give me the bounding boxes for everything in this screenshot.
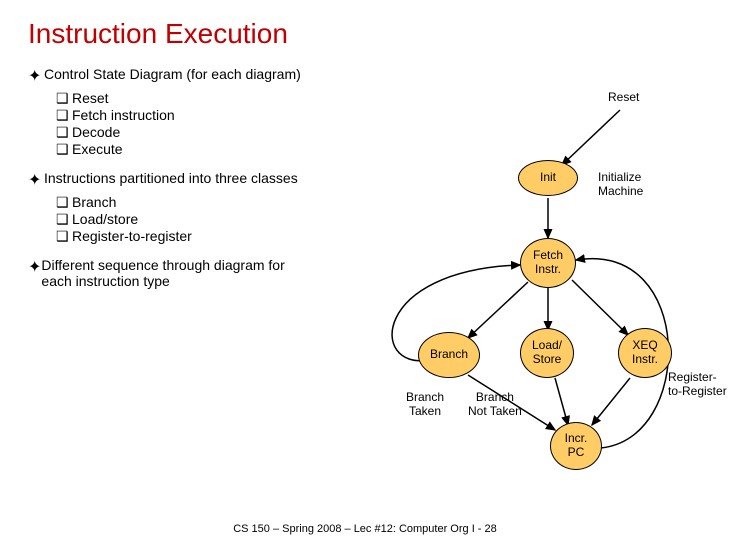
state-diagram: Reset Init Initialize Machine Fetch Inst… xyxy=(340,70,720,490)
label-initialize-machine: Initialize Machine xyxy=(598,170,643,199)
node-incr-pc: Incr. PC xyxy=(550,422,602,470)
page-title: Instruction Execution xyxy=(0,0,730,50)
sub-text: Load/store xyxy=(72,211,138,227)
node-init: Init xyxy=(518,160,578,196)
label-reset: Reset xyxy=(608,90,639,104)
node-fetch: Fetch Instr. xyxy=(520,238,576,288)
node-branch: Branch xyxy=(418,332,480,378)
node-load-store-text: Load/ Store xyxy=(532,339,562,367)
node-incr-pc-text: Incr. PC xyxy=(565,432,588,460)
sub-text: Register-to-register xyxy=(72,228,192,244)
bullet-3: ✦ Different sequence through diagram for… xyxy=(28,257,308,289)
bullet-3-text: Different sequence through diagram for e… xyxy=(41,257,308,289)
z-bullet-icon: ✦ xyxy=(28,66,44,86)
label-register-to-register: Register- to-Register xyxy=(668,370,727,399)
z-bullet-icon: ✦ xyxy=(28,257,41,277)
y-bullet-icon: ❑ xyxy=(56,228,72,245)
bullet-1-text: Control State Diagram (for each diagram) xyxy=(44,66,301,82)
sub-text: Fetch instruction xyxy=(72,107,175,123)
sub-text: Reset xyxy=(72,90,109,106)
slide-footer: CS 150 – Spring 2008 – Lec #12: Computer… xyxy=(0,523,730,535)
node-init-text: Init xyxy=(540,171,556,185)
y-bullet-icon: ❑ xyxy=(56,90,72,107)
z-bullet-icon: ✦ xyxy=(28,170,44,190)
node-xeq-text: XEQ Instr. xyxy=(632,339,658,367)
y-bullet-icon: ❑ xyxy=(56,107,72,124)
bullet-2-text: Instructions partitioned into three clas… xyxy=(44,170,298,186)
node-branch-text: Branch xyxy=(430,348,468,362)
y-bullet-icon: ❑ xyxy=(56,124,72,141)
sub-text: Execute xyxy=(72,141,123,157)
node-fetch-text: Fetch Instr. xyxy=(533,249,563,277)
node-xeq: XEQ Instr. xyxy=(618,328,672,378)
bullet-2: ✦ Instructions partitioned into three cl… xyxy=(28,170,308,190)
label-branch-taken: Branch Taken xyxy=(406,390,444,419)
y-bullet-icon: ❑ xyxy=(56,194,72,211)
node-load-store: Load/ Store xyxy=(520,328,574,378)
sub-text: Decode xyxy=(72,124,120,140)
label-branch-not-taken: Branch Not Taken xyxy=(468,390,522,419)
sub-text: Branch xyxy=(72,194,116,210)
y-bullet-icon: ❑ xyxy=(56,141,72,158)
y-bullet-icon: ❑ xyxy=(56,211,72,228)
